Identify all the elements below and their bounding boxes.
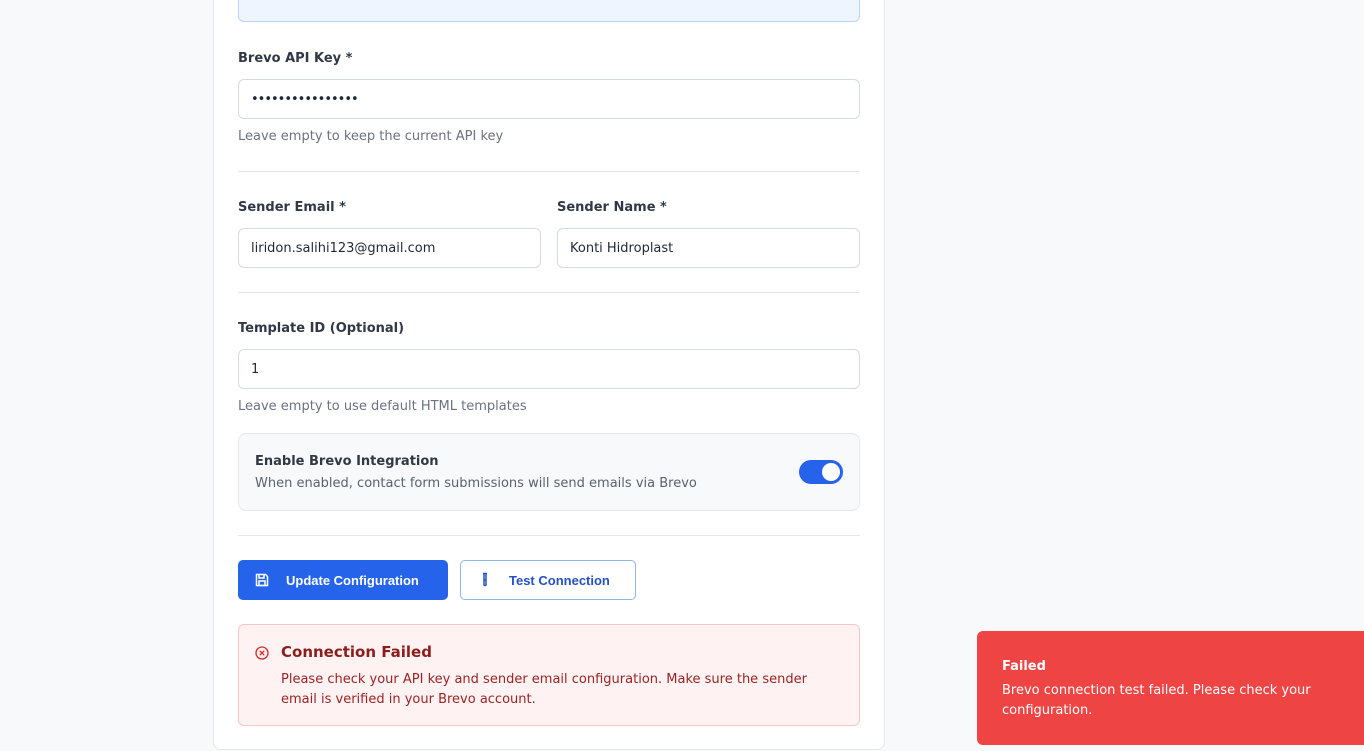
sender-name-input[interactable]: Konti Hidroplast (557, 228, 860, 268)
brevo-config-card: Brevo API Key * •••••••••••••••• Leave e… (213, 0, 885, 750)
divider (238, 292, 860, 293)
test-tube-icon (461, 572, 509, 588)
error-toast[interactable]: Failed Brevo connection test failed. Ple… (977, 631, 1364, 745)
api-key-hint: Leave empty to keep the current API key (238, 129, 504, 144)
toggle-knob (822, 463, 840, 481)
toast-message: Brevo connection test failed. Please che… (1002, 683, 1311, 718)
sender-name-label: Sender Name * (557, 200, 667, 215)
template-id-input[interactable]: 1 (238, 349, 860, 389)
update-button-label: Update Configuration (286, 572, 419, 588)
x-circle-icon (255, 645, 269, 664)
connection-failed-alert: Connection Failed Please check your API … (238, 624, 860, 726)
integration-toggle[interactable] (799, 460, 843, 484)
test-button-label: Test Connection (509, 572, 610, 588)
template-id-hint: Leave empty to use default HTML template… (238, 399, 527, 414)
sender-email-input[interactable]: liridon.salihi123@gmail.com (238, 228, 541, 268)
toast-title: Failed (1002, 659, 1046, 674)
integration-title: Enable Brevo Integration (255, 454, 439, 469)
update-configuration-button[interactable]: Update Configuration (238, 560, 448, 600)
sender-email-label: Sender Email * (238, 200, 346, 215)
api-key-label: Brevo API Key * (238, 51, 353, 66)
integration-toggle-panel: Enable Brevo Integration When enabled, c… (238, 433, 860, 511)
template-id-label: Template ID (Optional) (238, 321, 405, 336)
test-connection-button[interactable]: Test Connection (460, 560, 636, 600)
save-icon (238, 572, 286, 588)
divider (238, 171, 860, 172)
divider (238, 535, 860, 536)
alert-title: Connection Failed (281, 643, 432, 661)
api-key-input[interactable]: •••••••••••••••• (238, 79, 860, 119)
integration-description: When enabled, contact form submissions w… (255, 476, 697, 491)
alert-message: Please check your API key and sender ema… (281, 672, 807, 707)
info-notice (238, 0, 860, 22)
